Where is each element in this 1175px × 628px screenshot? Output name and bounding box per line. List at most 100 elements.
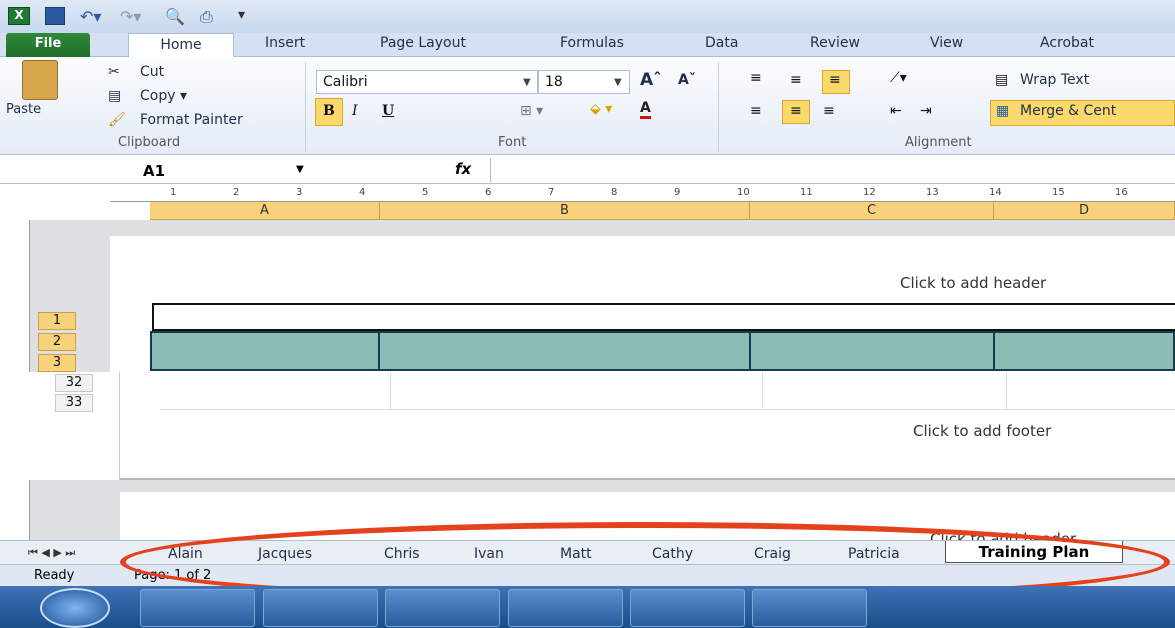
- excel-logo-icon: X: [8, 7, 30, 25]
- row-1-cell[interactable]: [152, 303, 1175, 331]
- group-separator: [718, 62, 719, 152]
- align-bottom-icon[interactable]: ≡: [829, 72, 841, 88]
- italic-button[interactable]: I: [352, 103, 358, 119]
- horizontal-ruler: 1 2 3 4 5 6 7 8 9 10 11 12 13 14 15 16: [110, 186, 1175, 202]
- font-group-label: Font: [498, 135, 527, 150]
- status-ready: Ready: [34, 568, 75, 583]
- page-one-bottom: Click to add footer: [120, 372, 1175, 480]
- name-box[interactable]: A1: [8, 160, 308, 182]
- quick-access-toolbar: X ↶▾ ↷▾ 🔍 ⎙ ▾: [0, 0, 1175, 33]
- ruler-tick-label: 14: [989, 187, 1002, 198]
- grid-line: [1006, 372, 1007, 410]
- column-header-c[interactable]: C: [750, 202, 994, 220]
- fill-color-icon[interactable]: ⬙ ▾: [590, 101, 612, 117]
- app-task-icon[interactable]: [752, 589, 867, 627]
- tab-acrobat[interactable]: Acrobat: [1040, 35, 1094, 51]
- print-icon[interactable]: ⎙: [200, 7, 222, 26]
- chevron-down-icon: ▼: [523, 77, 531, 88]
- ruler-tick-label: 7: [548, 187, 555, 198]
- increase-indent-icon[interactable]: ⇥: [920, 103, 932, 119]
- rows-grid: [160, 374, 1175, 410]
- tab-view[interactable]: View: [930, 35, 963, 51]
- tab-home[interactable]: Home: [128, 33, 234, 58]
- ruler-tick-label: 9: [674, 187, 681, 198]
- font-name-select[interactable]: Calibri: [316, 70, 538, 94]
- column-header-a[interactable]: A: [150, 202, 380, 220]
- cut-button[interactable]: Cut: [140, 64, 164, 80]
- tab-insert[interactable]: Insert: [265, 35, 305, 51]
- paste-label[interactable]: Paste: [6, 102, 41, 117]
- tab-formulas[interactable]: Formulas: [560, 35, 624, 51]
- redo-icon[interactable]: ↷▾: [120, 7, 150, 26]
- bold-button[interactable]: B: [323, 103, 335, 119]
- align-top-icon[interactable]: ≡: [750, 70, 762, 86]
- column-header-d[interactable]: D: [994, 202, 1175, 220]
- clipboard-group-label: Clipboard: [118, 135, 181, 150]
- print-preview-icon[interactable]: 🔍: [165, 7, 187, 26]
- grid-line: [390, 372, 391, 410]
- header-placeholder[interactable]: Click to add header: [900, 274, 1046, 292]
- ruler-tick-label: 1: [170, 187, 177, 198]
- orientation-icon[interactable]: ⟋▾: [890, 70, 907, 86]
- row-header-32[interactable]: 32: [55, 374, 93, 392]
- tab-file[interactable]: File: [6, 33, 90, 57]
- ruler-tick-label: 5: [422, 187, 429, 198]
- internet-explorer-task-icon[interactable]: [263, 589, 378, 627]
- row-header-2[interactable]: 2: [38, 333, 76, 351]
- excel-task-icon[interactable]: [630, 589, 745, 627]
- align-right-icon[interactable]: ≡: [823, 103, 835, 119]
- underline-button[interactable]: U: [382, 103, 394, 119]
- column-header-b[interactable]: B: [380, 202, 750, 220]
- start-button-icon[interactable]: [40, 588, 110, 628]
- copy-icon: ▤: [108, 88, 122, 104]
- merge-icon: ▦: [996, 103, 1010, 119]
- row-header-1[interactable]: 1: [38, 312, 76, 330]
- copy-button[interactable]: Copy ▾: [140, 88, 187, 104]
- decrease-indent-icon[interactable]: ⇤: [890, 103, 902, 119]
- word-task-icon[interactable]: [508, 589, 623, 627]
- ruler-tick-label: 2: [233, 187, 240, 198]
- outlook-task-icon[interactable]: [140, 589, 255, 627]
- header-cell-a2[interactable]: [150, 331, 380, 371]
- ruler-tick-label: 4: [359, 187, 366, 198]
- group-separator: [305, 62, 306, 152]
- chevron-down-icon: ▼: [614, 77, 622, 88]
- ruler-tick-label: 12: [863, 187, 876, 198]
- footer-placeholder[interactable]: Click to add footer: [913, 422, 1051, 440]
- merge-center-button[interactable]: Merge & Cent: [1020, 103, 1116, 119]
- tab-data[interactable]: Data: [705, 35, 738, 51]
- format-painter-icon: 🖌: [108, 112, 126, 128]
- row-header-33[interactable]: 33: [55, 394, 93, 412]
- wrap-text-button[interactable]: Wrap Text: [1020, 72, 1089, 88]
- undo-icon[interactable]: ↶▾: [80, 7, 110, 26]
- ruler-tick-label: 8: [611, 187, 618, 198]
- tab-page-layout[interactable]: Page Layout: [380, 35, 466, 51]
- chevron-down-icon: ▼: [296, 164, 304, 175]
- ruler-tick-label: 10: [737, 187, 750, 198]
- row-header-3[interactable]: 3: [38, 354, 76, 372]
- alignment-group-label: Alignment: [905, 135, 972, 150]
- sheet-nav-icon[interactable]: ⏮ ◀ ▶ ⏭: [28, 546, 75, 560]
- ruler-tick-label: 16: [1115, 187, 1128, 198]
- align-left-icon[interactable]: ≡: [750, 103, 762, 119]
- header-cell-c2[interactable]: [749, 331, 995, 371]
- header-cell-b2[interactable]: [378, 331, 751, 371]
- save-icon[interactable]: [45, 7, 65, 25]
- align-middle-icon[interactable]: ≡: [790, 72, 802, 88]
- customize-qat-icon[interactable]: ▾: [238, 7, 254, 25]
- tab-review[interactable]: Review: [810, 35, 860, 51]
- fx-icon[interactable]: fx: [455, 160, 471, 178]
- shrink-font-icon[interactable]: Aˇ: [678, 72, 696, 88]
- ruler-tick-label: 13: [926, 187, 939, 198]
- paste-icon[interactable]: [22, 60, 58, 100]
- column-headers: A B C D: [150, 202, 1175, 220]
- font-color-icon[interactable]: A: [640, 100, 651, 119]
- grow-font-icon[interactable]: Aˆ: [640, 70, 662, 90]
- explorer-folder-task-icon[interactable]: [385, 589, 500, 627]
- ruler-tick-label: 11: [800, 187, 813, 198]
- format-painter-button[interactable]: Format Painter: [140, 112, 243, 128]
- borders-icon[interactable]: ⊞ ▾: [520, 103, 543, 119]
- header-cell-d2[interactable]: [993, 331, 1175, 371]
- align-center-icon[interactable]: ≡: [790, 103, 802, 119]
- ruler-tick-label: 3: [296, 187, 303, 198]
